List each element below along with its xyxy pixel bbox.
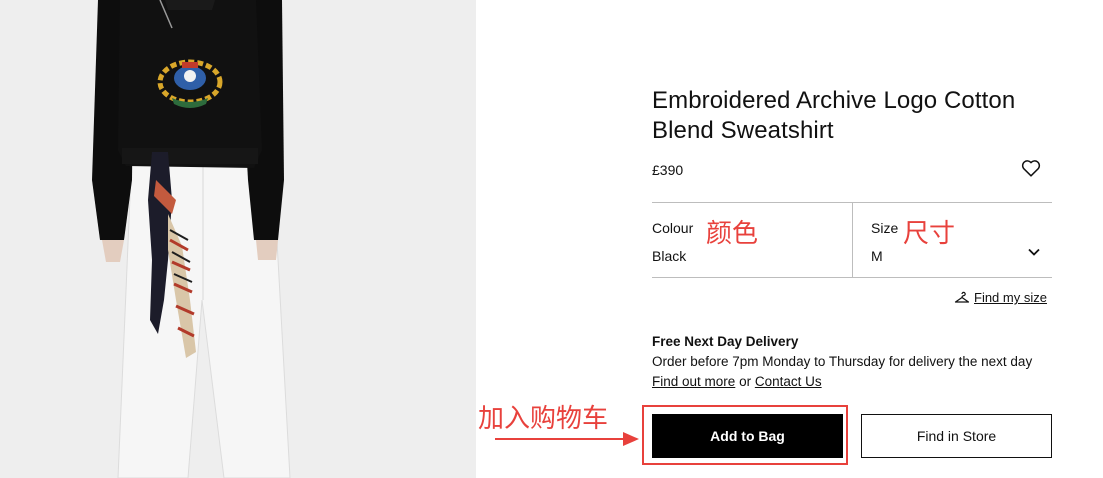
colour-selector[interactable]: Colour Black 颜色 <box>652 203 852 277</box>
size-value: M <box>871 248 883 264</box>
find-out-more-link[interactable]: Find out more <box>652 374 735 389</box>
product-options: Colour Black 颜色 Size M 尺寸 <box>652 202 1052 278</box>
size-label: Size <box>871 220 899 236</box>
wishlist-button[interactable] <box>1020 157 1042 179</box>
highlight-box <box>642 405 848 465</box>
delivery-title: Free Next Day Delivery <box>652 334 799 349</box>
find-in-store-button[interactable]: Find in Store <box>861 414 1052 458</box>
size-annotation: 尺寸 <box>903 219 956 249</box>
colour-value: Black <box>652 248 687 264</box>
product-price: £390 <box>652 162 684 178</box>
red-arrow-icon <box>495 432 639 446</box>
colour-annotation: 颜色 <box>706 219 759 249</box>
delivery-info: Free Next Day Delivery Order before 7pm … <box>652 332 1052 392</box>
chevron-down-icon <box>1028 248 1040 256</box>
delivery-or: or <box>739 374 752 389</box>
product-title: Embroidered Archive Logo Cotton Blend Sw… <box>652 87 1016 144</box>
product-photo-illustration <box>0 0 476 478</box>
delivery-text: Order before 7pm Monday to Thursday for … <box>652 354 1033 369</box>
colour-label: Colour <box>652 220 694 236</box>
contact-us-link[interactable]: Contact Us <box>755 374 822 389</box>
product-image <box>0 0 476 478</box>
find-my-size-label: Find my size <box>974 290 1047 305</box>
hanger-icon <box>954 291 970 303</box>
find-my-size-link[interactable]: Find my size <box>954 290 1047 305</box>
size-selector[interactable]: Size M 尺寸 <box>852 203 1053 277</box>
heart-outline-icon <box>1021 160 1041 177</box>
